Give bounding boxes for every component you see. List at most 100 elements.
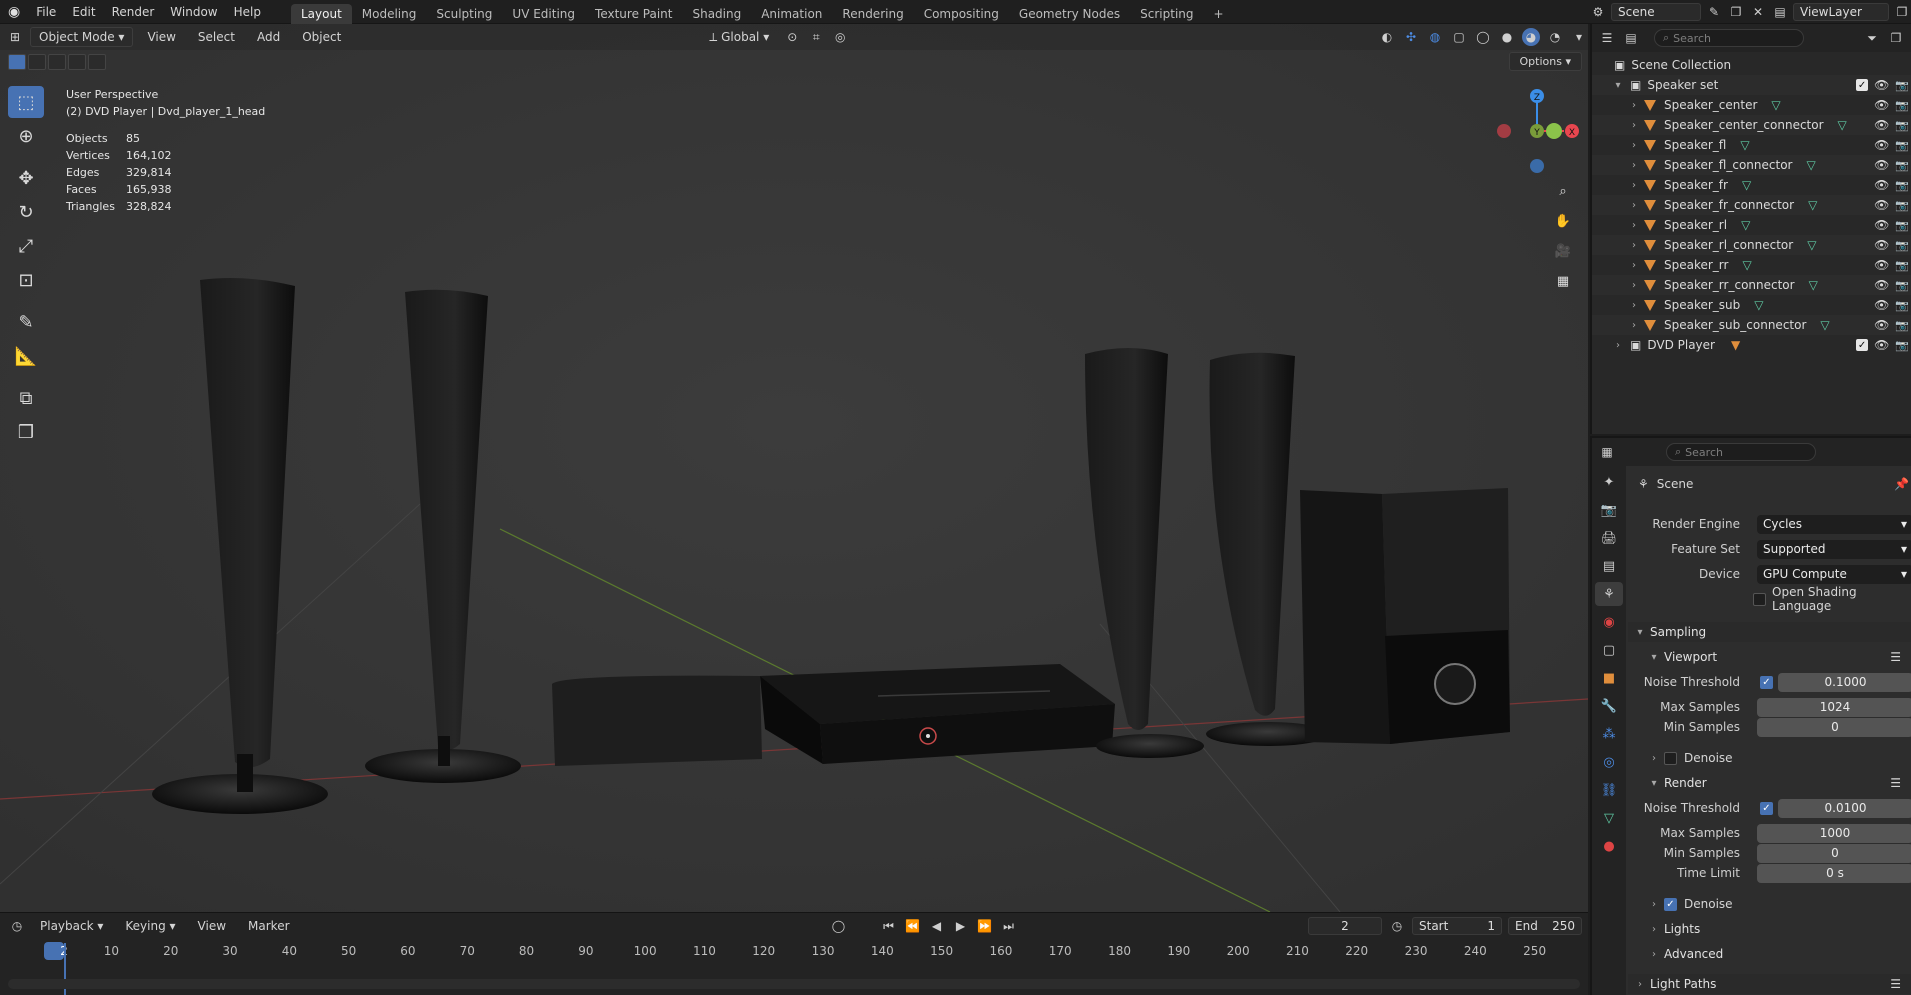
presets-list-icon[interactable]: ☰ xyxy=(1890,977,1901,991)
snap-icon[interactable]: ⌗ xyxy=(807,28,825,46)
chevron-right-icon[interactable]: › xyxy=(1612,340,1624,351)
outliner-object[interactable]: › Speaker_fl_connector ▽ 👁 📷 xyxy=(1592,155,1911,175)
camera-icon[interactable]: 📷 xyxy=(1895,119,1909,132)
collection-tab-icon[interactable]: ▢ xyxy=(1595,638,1623,662)
gizmo-toggle-icon[interactable]: ✣ xyxy=(1402,28,1420,46)
subwoofer[interactable] xyxy=(1300,488,1510,744)
eye-icon[interactable]: 👁 xyxy=(1874,198,1889,212)
chevron-down-icon[interactable]: ▾ xyxy=(1612,80,1624,91)
vp-noise-threshold-checkbox[interactable]: ✓ xyxy=(1760,675,1773,689)
eye-icon[interactable]: 👁 xyxy=(1874,278,1889,292)
xray-icon[interactable]: ▢ xyxy=(1450,28,1468,46)
vp-max-samples-field[interactable]: 1024 xyxy=(1757,697,1911,717)
timeline-scrollbar[interactable] xyxy=(8,979,1580,989)
menu-edit[interactable]: Edit xyxy=(64,0,103,24)
tool-tab-icon[interactable]: ✦ xyxy=(1595,470,1623,494)
overlay-toggle-icon[interactable]: ◍ xyxy=(1426,28,1444,46)
sampling-panel-header[interactable]: ▾ Sampling xyxy=(1628,622,1911,642)
feature-set-select[interactable]: Supported ▾ xyxy=(1757,539,1911,559)
tab-uv-editing[interactable]: UV Editing xyxy=(502,4,585,24)
new-view-layer-icon[interactable]: ❐ xyxy=(1893,3,1911,21)
outliner-object[interactable]: › Speaker_rr ▽ 👁 📷 xyxy=(1592,255,1911,275)
tab-compositing[interactable]: Compositing xyxy=(914,4,1009,24)
presets-list-icon[interactable]: ☰ xyxy=(1890,650,1901,664)
tab-texture-paint[interactable]: Texture Paint xyxy=(585,4,682,24)
vp-denoise-checkbox[interactable] xyxy=(1664,751,1677,765)
solid-shading-icon[interactable]: ● xyxy=(1498,28,1516,46)
editor-type-icon[interactable]: ⊞ xyxy=(6,28,24,46)
measure-tool-icon[interactable]: 📐 xyxy=(8,340,44,372)
camera-icon[interactable]: 📷 xyxy=(1895,99,1909,112)
chevron-right-icon[interactable]: › xyxy=(1628,320,1640,331)
dvd-player[interactable] xyxy=(760,664,1115,764)
vp-denoise-subpanel[interactable]: › Denoise xyxy=(1628,748,1911,768)
mesh-data-icon[interactable]: ▽ xyxy=(1838,118,1847,132)
eye-icon[interactable]: 👁 xyxy=(1874,158,1889,172)
transform-tool-icon[interactable]: ⊡ xyxy=(8,264,44,296)
select-extend-icon[interactable] xyxy=(28,54,46,70)
chevron-right-icon[interactable]: › xyxy=(1628,120,1640,131)
pin-icon[interactable]: 📌 xyxy=(1894,477,1909,491)
start-frame-field[interactable]: Start 1 xyxy=(1412,917,1502,935)
add-cube-tool-icon[interactable]: ⧉ xyxy=(8,382,44,414)
menu-view-timeline[interactable]: View xyxy=(190,917,234,935)
menu-help[interactable]: Help xyxy=(226,0,269,24)
vp-min-samples-field[interactable]: 0 xyxy=(1757,717,1911,737)
new-collection-icon[interactable]: ❐ xyxy=(1887,29,1905,47)
device-select[interactable]: GPU Compute ▾ xyxy=(1757,564,1911,584)
mesh-data-icon[interactable]: ▽ xyxy=(1808,198,1817,212)
light-paths-panel-header[interactable]: › Light Paths ☰ xyxy=(1628,974,1911,994)
eye-icon[interactable]: 👁 xyxy=(1874,338,1889,352)
outliner-object[interactable]: › Speaker_center_connector ▽ 👁 📷 xyxy=(1592,115,1911,135)
wireframe-shading-icon[interactable]: ◯ xyxy=(1474,28,1492,46)
camera-icon[interactable]: 📷 xyxy=(1895,139,1909,152)
end-frame-field[interactable]: End 250 xyxy=(1508,917,1582,935)
camera-icon[interactable]: 📷 xyxy=(1895,79,1909,92)
record-icon[interactable]: ◯ xyxy=(830,917,848,935)
chevron-right-icon[interactable]: › xyxy=(1628,140,1640,151)
zoom-icon[interactable]: ⌕ xyxy=(1550,178,1576,204)
ortho-grid-icon[interactable]: ▦ xyxy=(1550,268,1576,294)
presets-list-icon[interactable]: ☰ xyxy=(1890,776,1901,790)
chevron-right-icon[interactable]: › xyxy=(1628,220,1640,231)
proportional-edit-icon[interactable]: ◎ xyxy=(831,28,849,46)
mesh-data-icon[interactable]: ▽ xyxy=(1809,278,1818,292)
material-shading-icon[interactable]: ◕ xyxy=(1522,28,1540,46)
menu-select[interactable]: Select xyxy=(190,28,243,46)
mesh-data-icon[interactable]: ▽ xyxy=(1741,218,1750,232)
time-limit-field[interactable]: 0 s xyxy=(1757,863,1911,883)
chevron-right-icon[interactable]: › xyxy=(1628,180,1640,191)
select-new-icon[interactable] xyxy=(8,54,26,70)
menu-window[interactable]: Window xyxy=(162,0,225,24)
3d-viewport[interactable]: ⊞ Object Mode ▾ View Select Add Object ⟂… xyxy=(0,24,1588,912)
menu-view[interactable]: View xyxy=(139,28,183,46)
jump-end-icon[interactable]: ⏭ xyxy=(1000,917,1018,935)
select-box-tool-icon[interactable]: ⬚ xyxy=(8,86,44,118)
eye-icon[interactable]: 👁 xyxy=(1874,218,1889,232)
mesh-data-icon[interactable]: ▽ xyxy=(1754,298,1763,312)
constraints-tab-icon[interactable]: ⛓ xyxy=(1595,778,1623,802)
chevron-right-icon[interactable]: › xyxy=(1628,200,1640,211)
blender-logo-icon[interactable]: ◉ xyxy=(0,0,28,24)
tab-rendering[interactable]: Rendering xyxy=(832,4,913,24)
particles-tab-icon[interactable]: ⁂ xyxy=(1595,722,1623,746)
select-invert-icon[interactable] xyxy=(68,54,86,70)
lights-subpanel[interactable]: › Lights xyxy=(1628,919,1911,939)
jump-start-icon[interactable]: ⏮ xyxy=(880,917,898,935)
camera-icon[interactable]: 📷 xyxy=(1895,259,1909,272)
camera-icon[interactable]: 📷 xyxy=(1895,159,1909,172)
outliner-search-input[interactable]: ⌕ Search xyxy=(1654,29,1804,47)
chevron-right-icon[interactable]: › xyxy=(1628,160,1640,171)
camera-icon[interactable]: 📷 xyxy=(1895,219,1909,232)
menu-marker[interactable]: Marker xyxy=(240,917,297,935)
menu-object[interactable]: Object xyxy=(294,28,349,46)
camera-icon[interactable]: 📷 xyxy=(1895,199,1909,212)
pan-hand-icon[interactable]: ✋ xyxy=(1550,208,1576,234)
delete-scene-icon[interactable]: ✕ xyxy=(1749,3,1767,21)
outliner-object[interactable]: › Speaker_rl_connector ▽ 👁 📷 xyxy=(1592,235,1911,255)
outliner-object[interactable]: › Speaker_center ▽ 👁 📷 xyxy=(1592,95,1911,115)
render-subpanel-header[interactable]: ▾ Render ☰ xyxy=(1628,773,1911,793)
outliner-object[interactable]: › Speaker_fl ▽ 👁 📷 xyxy=(1592,135,1911,155)
eye-icon[interactable]: 👁 xyxy=(1874,138,1889,152)
outliner-object[interactable]: › Speaker_sub_connector ▽ 👁 📷 xyxy=(1592,315,1911,335)
